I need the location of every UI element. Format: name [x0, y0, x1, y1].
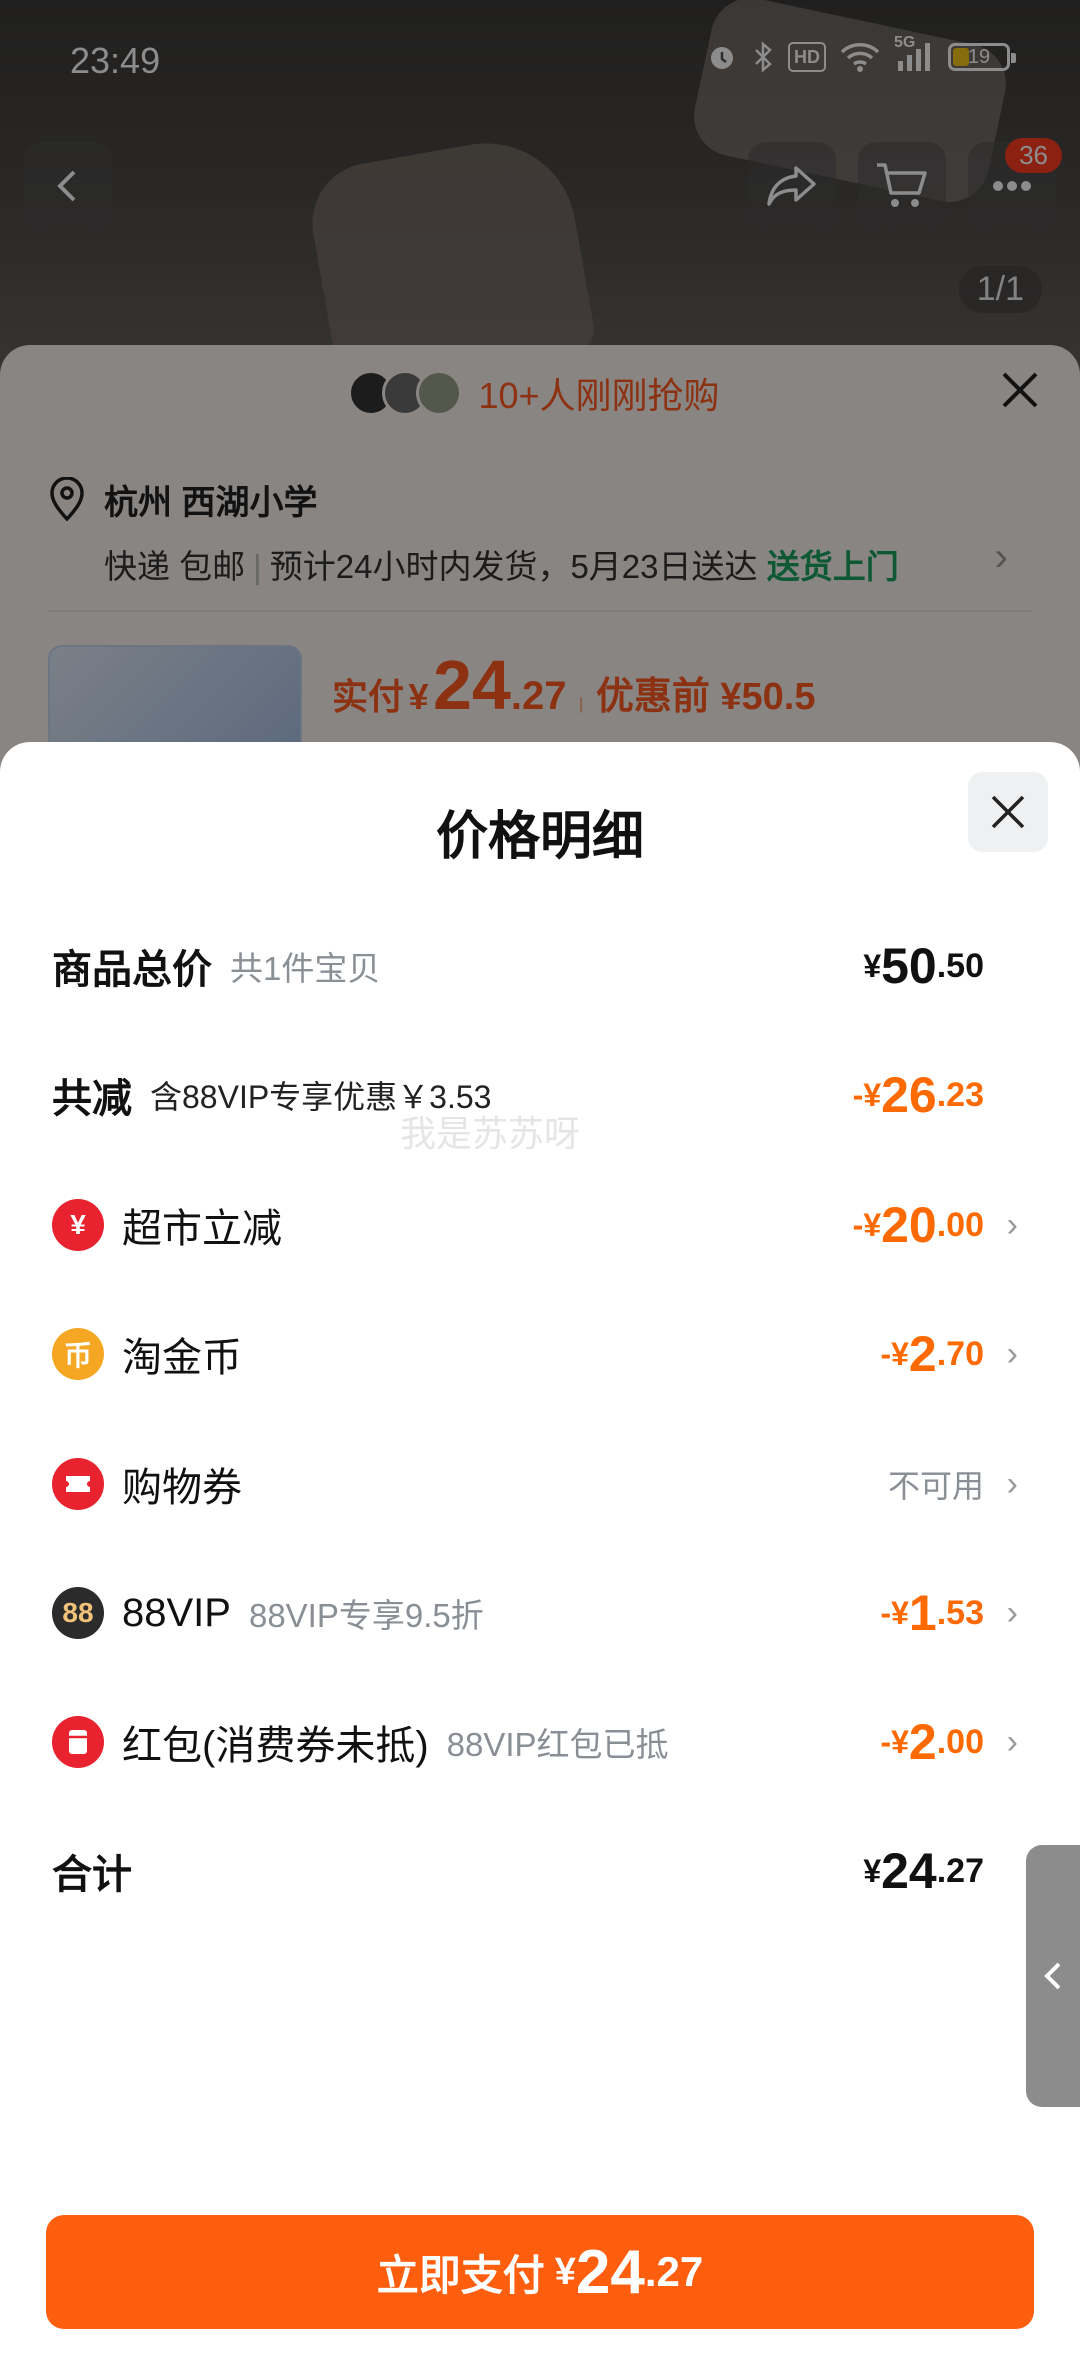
yuan-icon: ¥	[52, 1199, 104, 1251]
sum-int: 24	[881, 1843, 937, 1899]
chevron-right-icon: ›	[1006, 1205, 1018, 1244]
item-dec: .00	[936, 1205, 984, 1244]
sum-label: 合计	[52, 1853, 132, 1897]
item-value: -¥ 1.53	[880, 1573, 984, 1653]
pay-label: 立即支付	[376, 2251, 545, 2299]
discount-dec: .23	[936, 1075, 984, 1114]
item-label: 淘金币	[122, 1336, 242, 1380]
item-value: -¥ 20.00	[853, 1185, 984, 1265]
vip-discount-row[interactable]: 88 88VIP 88VIP专享9.5折 -¥ 1.53 ›	[52, 1573, 1018, 1653]
item-symbol: -¥	[880, 1335, 909, 1372]
chevron-right-icon: ›	[1006, 1722, 1018, 1761]
supermarket-discount-row[interactable]: ¥ 超市立减 -¥ 20.00 ›	[52, 1185, 1018, 1265]
sheet-title: 价格明细	[435, 808, 644, 866]
sheet-close-button[interactable]	[968, 772, 1048, 852]
total-price-row: 商品总价 共1件宝贝 ¥50.50	[52, 926, 1018, 1006]
item-dec: .70	[936, 1334, 984, 1373]
item-int: 2	[908, 1326, 937, 1382]
taojinbi-row[interactable]: 币 淘金币 -¥ 2.70 ›	[52, 1314, 1018, 1394]
item-value: -¥ 2.00	[880, 1702, 984, 1782]
item-symbol: -¥	[852, 1206, 882, 1243]
item-dec: .00	[936, 1722, 984, 1761]
item-int: 1	[908, 1585, 937, 1641]
chevron-right-icon: ›	[1006, 1464, 1018, 1503]
close-icon	[991, 795, 1025, 829]
item-label: 超市立减	[122, 1207, 282, 1251]
total-int: 50	[881, 938, 937, 994]
item-symbol: -¥	[880, 1594, 909, 1631]
sum-value: ¥24.27	[863, 1831, 984, 1911]
shopping-voucher-row[interactable]: 购物券 不可用 ›	[52, 1444, 1018, 1524]
sum-symbol: ¥	[863, 1852, 882, 1889]
item-sub: 88VIP专享9.5折	[248, 1597, 484, 1634]
total-value: ¥50.50	[863, 926, 984, 1006]
chevron-right-icon: ›	[1006, 1334, 1018, 1373]
item-value: 不可用	[887, 1468, 984, 1504]
pay-now-button[interactable]: 立即支付 ¥ 24.27	[46, 2215, 1034, 2329]
discount-value: -¥ 26.23	[853, 1055, 984, 1135]
total-symbol: ¥	[863, 947, 882, 984]
price-detail-sheet: 价格明细 商品总价 共1件宝贝 ¥50.50 共减 含88VIP专享优惠￥3.5…	[0, 742, 1080, 2376]
chevron-right-icon: ›	[1006, 1593, 1018, 1632]
total-label: 商品总价	[52, 948, 212, 992]
discount-int: 26	[881, 1067, 937, 1123]
chevron-left-icon	[1044, 1962, 1061, 1990]
coin-icon: 币	[52, 1328, 104, 1380]
vip-icon: 88	[52, 1587, 104, 1639]
watermark: 我是苏苏呀	[400, 1113, 581, 1154]
item-int: 2	[908, 1714, 937, 1770]
discount-label: 共减	[52, 1077, 132, 1121]
item-sub: 88VIP红包已抵	[446, 1726, 669, 1763]
discount-symbol: -¥	[852, 1076, 882, 1113]
item-label: 购物券	[122, 1466, 242, 1510]
item-label: 红包(消费券未抵)	[122, 1724, 429, 1768]
ticket-icon	[52, 1458, 104, 1510]
item-dec: .53	[936, 1593, 984, 1632]
pay-dec: .27	[644, 2248, 704, 2295]
sum-row: 合计 ¥24.27	[52, 1831, 1018, 1911]
item-value: -¥ 2.70	[880, 1314, 984, 1394]
red-packet-row[interactable]: 红包(消费券未抵) 88VIP红包已抵 -¥ 2.00 ›	[52, 1702, 1018, 1782]
item-label: 88VIP	[122, 1590, 231, 1635]
total-sub: 共1件宝贝	[230, 950, 381, 987]
item-int: 20	[881, 1197, 937, 1253]
sum-dec: .27	[936, 1851, 984, 1890]
red-packet-icon	[52, 1716, 104, 1768]
pay-int: 24	[575, 2237, 645, 2307]
total-dec: .50	[936, 946, 984, 985]
pay-symbol: ¥	[554, 2250, 576, 2293]
item-symbol: -¥	[880, 1723, 909, 1760]
side-drawer-handle[interactable]	[1026, 1845, 1080, 2107]
